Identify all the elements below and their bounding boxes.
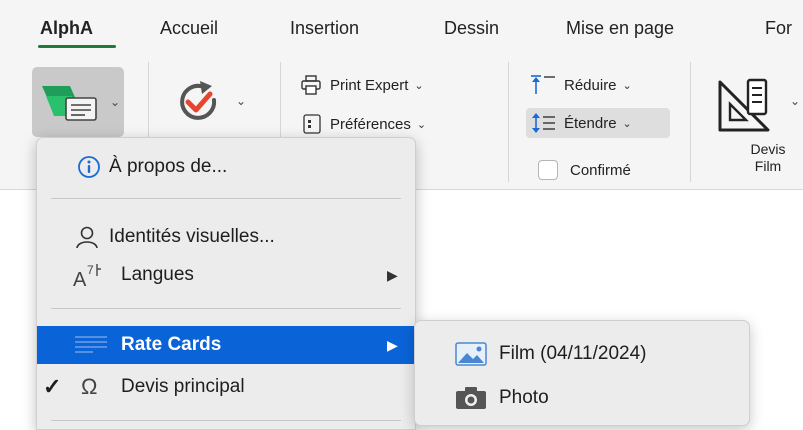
omega-icon: Ω [81, 374, 98, 399]
reduire-button[interactable]: Réduire ⌄ [530, 74, 632, 96]
ribbon-separator [690, 62, 691, 182]
chevron-down-icon: ⌄ [110, 95, 121, 109]
image-icon [455, 342, 487, 366]
rate-cards-submenu: Film (04/11/2024) Photo [414, 320, 750, 426]
submenu-item-photo[interactable]: Photo [415, 379, 749, 417]
etendre-label: Étendre [564, 114, 617, 132]
chevron-down-icon: ⌄ [622, 79, 632, 92]
info-icon [77, 155, 101, 179]
tab-alpha[interactable]: AlphA [40, 18, 93, 39]
preferences-label: Préférences [330, 115, 411, 133]
menu-separator [51, 198, 401, 199]
submenu-item-film[interactable]: Film (04/11/2024) [415, 335, 749, 373]
confirme-checkbox[interactable]: Confirmé [538, 160, 631, 180]
printer-icon [301, 75, 321, 95]
menu-item-label: Identités visuelles... [109, 226, 275, 247]
refresh-check-button[interactable]: ⌄ [170, 72, 260, 132]
expand-icon [532, 113, 555, 133]
preferences-button[interactable]: Préférences ⌄ [302, 114, 426, 134]
chevron-down-icon: ⌄ [416, 118, 427, 131]
svg-text:7: 7 [87, 263, 94, 277]
menu-item-devis-principal[interactable]: ✓ Ω Devis principal [37, 368, 415, 406]
chevron-down-icon: ⌄ [790, 94, 801, 108]
menu-item-label: Devis principal [121, 376, 245, 397]
active-tab-indicator [38, 45, 116, 48]
print-expert-button[interactable]: Print Expert ⌄ [300, 74, 424, 96]
menu-item-identites-visuelles[interactable]: Identités visuelles... [37, 218, 415, 256]
tab-insertion[interactable]: Insertion [290, 18, 359, 39]
checkmark-icon: ✓ [43, 374, 62, 399]
reduire-label: Réduire [564, 76, 617, 94]
menu-item-label: Rate Cards [121, 334, 222, 355]
ribbon-tab-bar: AlphA Accueil Insertion Dessin Mise en p… [0, 0, 803, 50]
rate-card-icon [73, 333, 109, 357]
collapse-icon [531, 75, 555, 94]
tab-accueil[interactable]: Accueil [160, 18, 218, 39]
menu-item-langues[interactable]: A 7 Langues ▶ [37, 256, 415, 294]
alpha-logo-icon [42, 86, 97, 121]
svg-text:A: A [73, 269, 87, 288]
translate-icon: A 7 [73, 262, 103, 288]
person-icon [75, 225, 99, 249]
print-expert-label: Print Expert [330, 76, 409, 94]
menu-item-a-propos[interactable]: À propos de... [37, 148, 415, 186]
refresh-check-icon [180, 81, 217, 120]
chevron-down-icon: ⌄ [622, 117, 632, 130]
checkbox-box[interactable] [538, 160, 558, 180]
menu-separator [51, 420, 401, 421]
preferences-icon [303, 114, 321, 134]
menu-item-label: À propos de... [109, 156, 228, 177]
camera-icon [455, 386, 487, 410]
devis-film-label: Devis Film [750, 141, 786, 174]
menu-item-rate-cards[interactable]: Rate Cards ▶ [37, 326, 415, 364]
tab-mise-en-page[interactable]: Mise en page [566, 18, 674, 39]
alpha-menu-button[interactable]: ⌄ [32, 67, 124, 137]
tab-dessin[interactable]: Dessin [444, 18, 499, 39]
submenu-item-label: Photo [499, 387, 549, 408]
confirme-label: Confirmé [570, 161, 631, 179]
ribbon-separator [508, 62, 509, 182]
tab-format[interactable]: For [765, 18, 792, 39]
submenu-item-label: Film (04/11/2024) [499, 343, 647, 364]
etendre-button[interactable]: Étendre ⌄ [526, 108, 670, 138]
chevron-down-icon: ⌄ [236, 94, 247, 108]
devis-film-icon [718, 78, 770, 132]
submenu-arrow-icon: ▶ [387, 336, 398, 353]
menu-item-label: Langues [121, 264, 194, 285]
menu-separator [51, 308, 401, 309]
alpha-dropdown-menu: À propos de... Identités visuelles... A … [36, 137, 416, 430]
chevron-down-icon: ⌄ [414, 79, 424, 92]
submenu-arrow-icon: ▶ [387, 266, 398, 283]
